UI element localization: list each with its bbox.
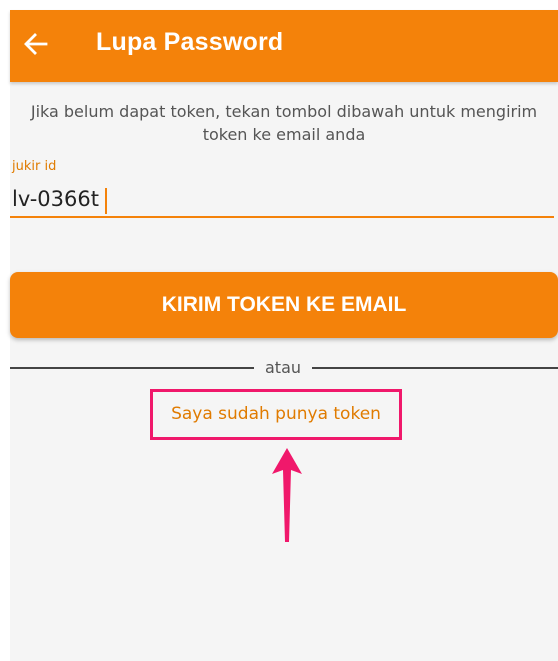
forgot-password-screen: Lupa Password Jika belum dapat token, te… <box>10 10 558 661</box>
jukir-id-input[interactable] <box>10 182 554 218</box>
have-token-link[interactable]: Saya sudah punya token <box>153 392 399 437</box>
jukir-id-label: jukir id <box>12 159 57 174</box>
page-title: Lupa Password <box>96 28 284 56</box>
divider-text: atau <box>264 358 302 377</box>
instruction-text: Jika belum dapat token, tekan tombol dib… <box>30 102 538 144</box>
app-bar: Lupa Password <box>10 10 558 82</box>
send-token-button[interactable]: KIRIM TOKEN KE EMAIL <box>10 272 558 338</box>
divider-line-right <box>312 367 558 369</box>
arrow-left-icon[interactable] <box>22 30 50 58</box>
text-cursor <box>105 188 107 214</box>
arrow-up-icon <box>272 448 302 542</box>
highlight-box: Saya sudah punya token <box>150 389 402 440</box>
divider-line-left <box>10 367 254 369</box>
